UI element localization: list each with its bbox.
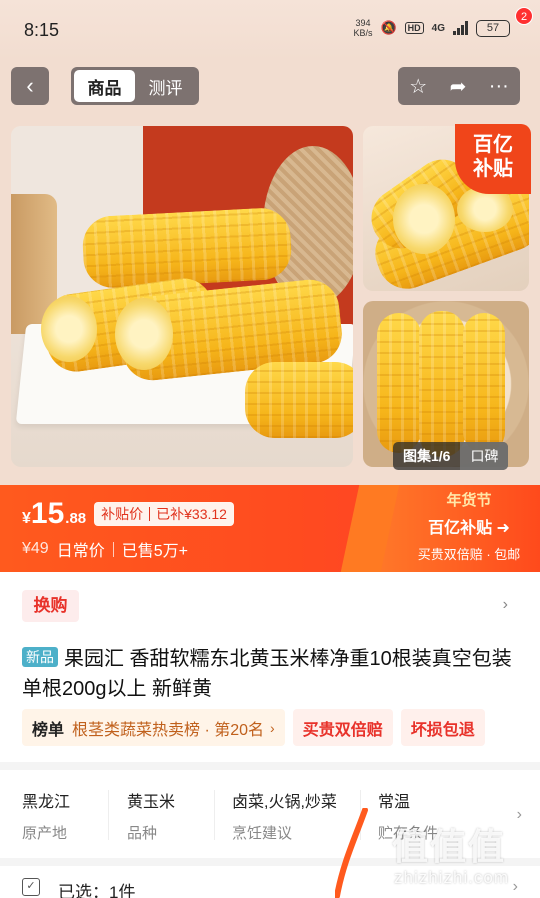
status-icons: 394 KB/s 🔕 HD 4G 57 <box>353 18 510 38</box>
corn-image <box>245 362 353 438</box>
mute-icon: 🔕 <box>380 20 397 35</box>
selection-text: 已选：1件 <box>58 883 136 898</box>
tab-review[interactable]: 测评 <box>135 70 196 102</box>
gallery-counter[interactable]: 图集1/6 口碑 <box>393 442 509 470</box>
hd-icon: HD <box>404 22 424 34</box>
arrow-right-icon: ➜ <box>496 520 510 537</box>
attr-cooking: 卤菜,火锅,炒菜 烹饪建议 <box>232 794 337 842</box>
damage-refund-chip[interactable]: 坏损包退 <box>400 709 485 746</box>
checkbox-icon: ✓ <box>22 878 40 896</box>
corn-image <box>81 206 293 290</box>
product-info-card: 换购 › 新品 果园汇 香甜软糯东北黄玉米棒净重10根装真空包装 单根200g以上… <box>0 572 540 762</box>
product-title: 新品 果园汇 香甜软糯东北黄玉米棒净重10根装真空包装 单根200g以上 新鲜黄 <box>22 647 512 700</box>
status-time: 8:15 <box>24 20 60 40</box>
chevron-right-icon: › <box>512 878 518 895</box>
new-tag: 新品 <box>22 647 58 667</box>
chevron-right-icon: › <box>270 719 275 736</box>
festival-promo[interactable]: 年货节 百亿补贴 ➜ 买贵双倍赔 · 包邮 <box>404 489 534 563</box>
star-icon[interactable]: ☆ <box>409 74 427 99</box>
more-icon[interactable]: ··· <box>489 75 509 98</box>
ranking-chip[interactable]: 榜单 根茎类蔬菜热卖榜 · 第20名 › <box>22 709 285 746</box>
price-integer: 15 <box>30 497 65 530</box>
top-nav: ‹ 商品 测评 ☆ ➦ ··· <box>0 60 540 120</box>
tab-product[interactable]: 商品 <box>74 70 135 102</box>
tab-switcher: 商品 测评 <box>71 67 199 105</box>
watermark-site: zhizhizhi.com <box>394 868 510 887</box>
service-chips: 榜单 根茎类蔬菜热卖榜 · 第20名 › 买贵双倍赔 坏损包退 <box>22 709 485 746</box>
double-compensation-chip[interactable]: 买贵双倍赔 <box>292 709 393 746</box>
subsidy-badge: 百亿 补贴 <box>455 124 531 194</box>
net-speed: 394 KB/s <box>353 18 373 38</box>
swap-tag[interactable]: 换购 <box>22 590 79 622</box>
battery-icon: 57 <box>476 19 510 37</box>
gallery-count-label: 图集1/6 <box>403 448 451 464</box>
back-icon: ‹ <box>26 73 34 98</box>
action-group: ☆ ➦ ··· <box>398 67 520 105</box>
price-sub-row: ¥49 日常价 已售5万+ <box>22 537 188 561</box>
price-currency: ¥ <box>22 510 31 527</box>
koubei-label[interactable]: 口碑 <box>460 442 509 470</box>
status-bar: 8:15 394 KB/s 🔕 HD 4G 57 <box>0 0 540 60</box>
chevron-right-icon[interactable]: › <box>517 806 522 824</box>
attr-origin: 黑龙江 原产地 <box>22 794 71 842</box>
network-type: 4G <box>431 22 445 34</box>
sold-count: 已售5万+ <box>121 543 188 560</box>
watermark-logo: 值值值 <box>392 826 507 867</box>
share-icon[interactable]: ➦ <box>450 74 467 99</box>
original-price-label: 日常价 <box>56 543 105 560</box>
original-price: ¥49 <box>22 540 49 557</box>
main-product-image[interactable] <box>11 126 353 467</box>
price-row: ¥ 15 .88 补贴价 已补¥33.12 <box>22 497 234 531</box>
price-decimal: .88 <box>65 510 87 527</box>
subsidy-price-tag: 补贴价 已补¥33.12 <box>94 502 234 526</box>
watermark-brush <box>335 808 368 898</box>
chevron-right-icon[interactable]: › <box>503 596 508 614</box>
signal-icon <box>453 21 468 35</box>
notification-badge: 2 <box>515 7 533 25</box>
attr-variety: 黄玉米 品种 <box>127 794 176 842</box>
back-button[interactable]: ‹ <box>11 67 49 105</box>
